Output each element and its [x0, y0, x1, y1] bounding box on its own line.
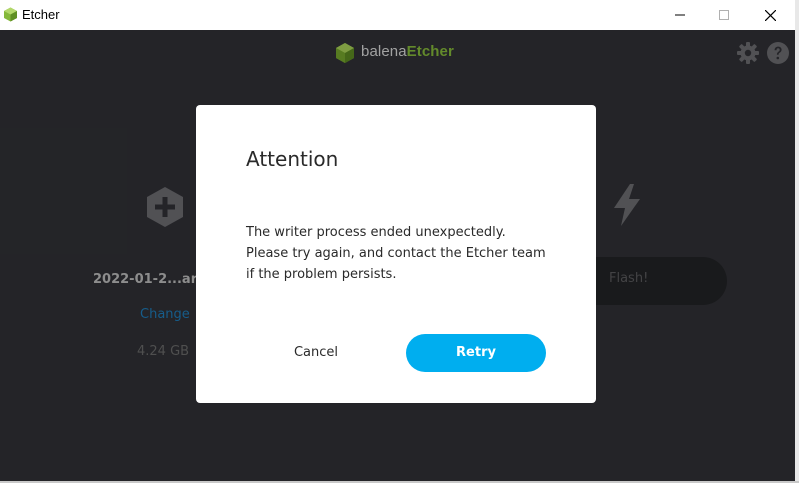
- close-button[interactable]: [747, 0, 793, 30]
- etcher-app-icon: [4, 7, 17, 22]
- title-bar[interactable]: Etcher: [0, 0, 795, 30]
- close-icon: [765, 10, 776, 21]
- background-window-edge: [795, 0, 799, 483]
- window-title: Etcher: [22, 7, 60, 22]
- dialog-title: Attention: [246, 147, 339, 171]
- cancel-button[interactable]: Cancel: [274, 342, 358, 364]
- minimize-button[interactable]: [657, 0, 703, 30]
- minimize-icon: [675, 14, 685, 16]
- maximize-button[interactable]: [701, 0, 747, 30]
- maximize-icon: [719, 10, 729, 20]
- retry-button[interactable]: Retry: [406, 334, 546, 372]
- etcher-window: Etcher balenaEtcher 2022-01-2...arm Chan…: [0, 0, 795, 481]
- attention-dialog: Attention The writer process ended unexp…: [196, 105, 596, 403]
- dialog-message: The writer process ended unexpectedly. P…: [246, 225, 546, 282]
